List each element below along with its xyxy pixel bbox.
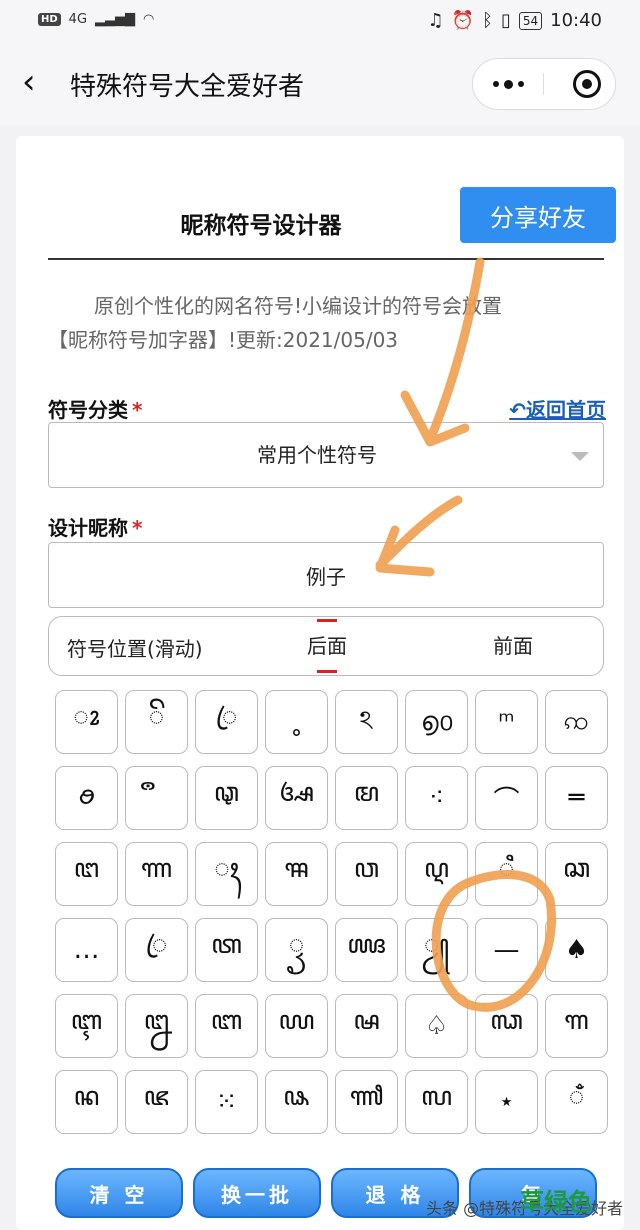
bluetooth-icon: ᛒ (482, 10, 493, 31)
symbol-position-switch: 符号位置(滑动) 后面 前面 (48, 616, 604, 676)
symbol-cell[interactable]: … (55, 918, 118, 982)
symbol-cell[interactable]: ꦽ (265, 918, 328, 982)
symbol-cell[interactable]: ꦇ (55, 994, 118, 1058)
position-after-option[interactable]: 后面 (287, 617, 367, 675)
clock: 10:40 (550, 10, 602, 31)
symbol-cell[interactable]: ⋆ (475, 1070, 538, 1134)
symbol-cell[interactable]: ꦄ (265, 766, 328, 830)
page-title: 昵称符号设计器 (180, 213, 342, 239)
symbol-cell[interactable]: ꦩ (335, 766, 398, 830)
close-target-icon[interactable] (573, 70, 601, 98)
symbol-cell[interactable]: ꦦ (265, 1070, 328, 1134)
symbol-cell[interactable]: ঽ (335, 690, 398, 754)
symbol-cell[interactable]: ˳ (265, 690, 328, 754)
symbol-cell[interactable]: ꦔ (55, 842, 118, 906)
required-mark: * (132, 398, 143, 422)
symbol-cell[interactable]: ꦗ (125, 1070, 188, 1134)
symbol-cell[interactable]: ຶ (125, 766, 188, 830)
symbol-cell[interactable]: — (475, 918, 538, 982)
symbol-cell[interactable]: ꦒ (545, 994, 608, 1058)
share-button[interactable]: 分享好友 (460, 187, 616, 243)
status-bar: HD 4G ▂▃▅▇ ◠ ♫ ⏰ ᛒ ▯ 54 10:40 (0, 0, 640, 44)
symbol-cell[interactable]: ꦰ (335, 994, 398, 1058)
battery-level: 54 (518, 11, 543, 30)
mini-program-capsule (472, 58, 616, 110)
back-arrow-icon[interactable]: ‹ (22, 62, 36, 102)
watermark-green-text: 草绿色 (520, 1188, 592, 1216)
symbol-cell[interactable]: ൭൦ (405, 690, 468, 754)
signal-icon: ▂▃▅▇ (95, 12, 136, 27)
symbol-cell[interactable]: ꦪ (265, 994, 328, 1058)
title-divider (48, 258, 604, 260)
intro-text-line1: 原创个性化的网名符号!小编设计的符号会放置 (94, 294, 503, 318)
dropdown-arrow-icon (571, 452, 589, 461)
category-select[interactable]: 常用个性符号 (48, 422, 604, 488)
nickname-label: 设计昵称 * (48, 516, 143, 540)
required-mark: * (132, 516, 143, 540)
symbol-cell[interactable]: ꦧ (195, 994, 258, 1058)
headphone-icon: ♫ (427, 10, 444, 31)
symbol-cell[interactable]: ꦿ (195, 690, 258, 754)
clear-button[interactable]: 清 空 (55, 1168, 183, 1218)
symbol-cell[interactable]: ꦊ (125, 994, 188, 1058)
symbol-cell[interactable]: ꦶ (475, 842, 538, 906)
swap-batch-button[interactable]: 换一批 (193, 1168, 321, 1218)
symbol-cell[interactable]: ⁙ (195, 1070, 258, 1134)
symbol-cell[interactable]: ꦮ (335, 842, 398, 906)
symbol-cell[interactable]: ꦀ (545, 1070, 608, 1134)
symbol-grid: ◌ꦴꦼꦿ˳ঽ൭൦ᵐꩡꪮຶꦡꦄꦩ⁖⌒═ꦔꦟꦃꦯꦮꦉꦶꦕ…ꦿꦠꦽꦖꦾ—♠ꦇꦊꦧꦪꦰ♤… (55, 690, 608, 1134)
position-label: 符号位置(滑动) (67, 637, 203, 661)
network-type: 4G (68, 12, 88, 27)
symbol-cell[interactable]: ═ (545, 766, 608, 830)
symbol-cell[interactable]: ꦖ (335, 918, 398, 982)
symbol-cell[interactable]: ꦿ (125, 918, 188, 982)
symbol-cell[interactable]: ꦠ (195, 918, 258, 982)
symbol-cell[interactable]: ꦭ (405, 1070, 468, 1134)
wifi-icon: ◠ (143, 12, 155, 27)
symbol-cell[interactable]: ꦃ (195, 842, 258, 906)
symbol-cell[interactable]: ⌒ (475, 766, 538, 830)
category-label: 符号分类 * (48, 398, 143, 422)
position-before-option[interactable]: 前面 (473, 617, 553, 675)
vibrate-icon: ▯ (500, 10, 511, 31)
symbol-cell[interactable]: ꦯ (265, 842, 328, 906)
alarm-icon: ⏰ (451, 10, 475, 31)
symbol-cell[interactable]: ♠ (545, 918, 608, 982)
symbol-cell[interactable]: ⁖ (405, 766, 468, 830)
symbol-cell[interactable]: ꦉ (405, 842, 468, 906)
symbol-cell[interactable]: ꩡ (545, 690, 608, 754)
category-selected-value: 常用个性符号 (257, 443, 377, 467)
nickname-input[interactable] (48, 542, 604, 608)
symbol-cell[interactable]: ꦓ (475, 994, 538, 1058)
hd-badge: HD (38, 13, 61, 26)
symbol-cell[interactable]: ꦼ (125, 690, 188, 754)
symbol-cell[interactable]: ꦾ (405, 918, 468, 982)
more-icon[interactable] (473, 59, 543, 109)
symbol-cell[interactable]: ◌ꦴ (55, 690, 118, 754)
nav-title: 特殊符号大全爱好者 (70, 72, 305, 102)
symbol-cell[interactable]: ꦬ (335, 1070, 398, 1134)
symbol-cell[interactable]: ♤ (405, 994, 468, 1058)
symbol-cell[interactable]: ꦡ (195, 766, 258, 830)
symbol-cell[interactable]: ꪮ (55, 766, 118, 830)
symbol-cell[interactable]: ꦟ (125, 842, 188, 906)
symbol-cell[interactable]: ᵐ (475, 690, 538, 754)
intro-text-line2: 【昵称符号加字器】!更新:2021/05/03 (48, 328, 399, 352)
nav-bar: ‹ 特殊符号大全爱好者 (0, 44, 640, 126)
back-home-link[interactable]: ↶返回首页 (509, 394, 606, 423)
symbol-cell[interactable]: ꦕ (545, 842, 608, 906)
symbol-cell[interactable]: ꦤ (55, 1070, 118, 1134)
